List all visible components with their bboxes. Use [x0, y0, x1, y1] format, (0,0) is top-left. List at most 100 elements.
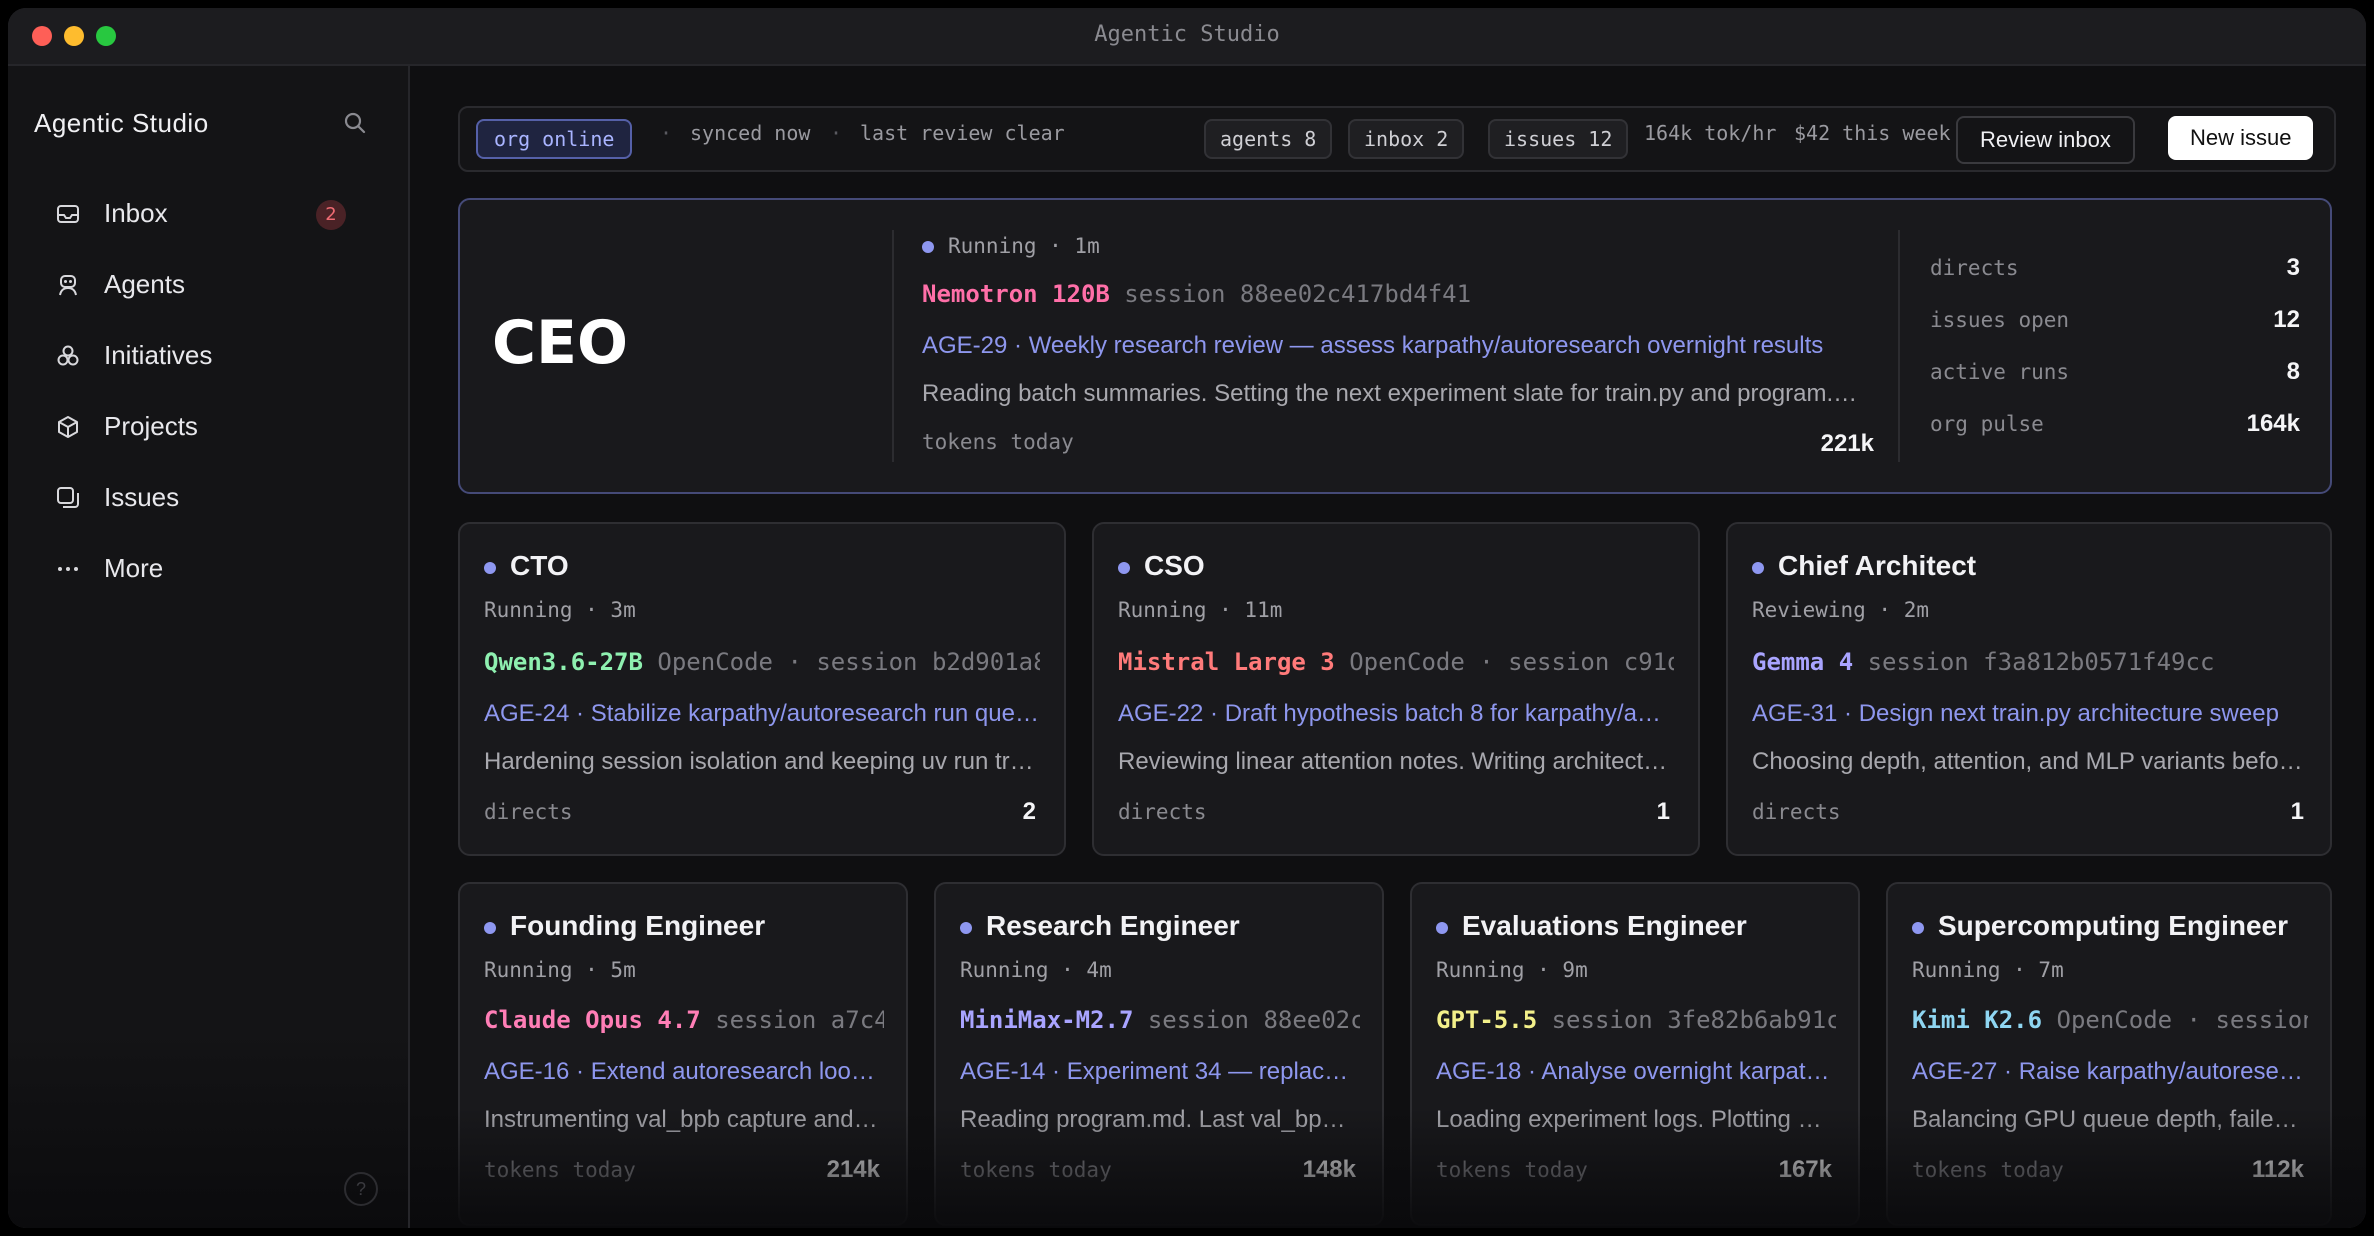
search-icon[interactable]: [342, 110, 368, 136]
task-link[interactable]: AGE-27 · Raise karpathy/autoresearch thr…: [1912, 1058, 2304, 1086]
task-link[interactable]: AGE-29 · Weekly research review — assess…: [922, 332, 1872, 360]
sidebar-item-more[interactable]: More: [38, 533, 378, 604]
title-bar: Agentic Studio: [8, 8, 2366, 66]
more-icon: [54, 555, 82, 583]
metric-value: 1: [2290, 798, 2304, 825]
metric-label: directs: [1752, 800, 1841, 824]
stat-label: active runs: [1930, 360, 2070, 384]
agent-card-research-engineer[interactable]: Research Engineer Running · 4m MiniMax-M…: [934, 882, 1384, 1226]
metric-label: tokens today: [1912, 1158, 2064, 1182]
weekly-spend: $42 this week: [1794, 121, 1951, 145]
task-link[interactable]: AGE-16 · Extend autoresearch loop metric…: [484, 1058, 880, 1086]
model-line: Gemma 4 session f3a812b0571f49cc: [1752, 648, 2308, 676]
model-name: Gemma 4: [1752, 648, 1854, 676]
agent-card-chief-architect[interactable]: Chief Architect Reviewing · 2m Gemma 4 s…: [1726, 522, 2332, 856]
model-line: GPT-5.5 session 3fe82b6ab91c: [1436, 1006, 1836, 1034]
session-id: OpenCode · session b2d901a8: [657, 648, 1040, 676]
status-dot: [1436, 921, 1448, 934]
token-rate: 164k tok/hr: [1644, 121, 1777, 145]
agent-card-evaluations-engineer[interactable]: Evaluations Engineer Running · 9m GPT-5.…: [1410, 882, 1860, 1226]
agent-title: Supercomputing Engineer: [1912, 910, 2288, 942]
help-button[interactable]: ?: [344, 1172, 378, 1206]
model-name: Kimi K2.6: [1912, 1006, 2043, 1034]
review-inbox-button[interactable]: Review inbox: [1956, 116, 2135, 164]
sidebar-item-projects[interactable]: Projects: [38, 391, 378, 462]
agent-card-founding-engineer[interactable]: Founding Engineer Running · 5m Claude Op…: [458, 882, 908, 1226]
task-description: Reading batch summaries. Setting the nex…: [922, 380, 1872, 407]
sidebar-item-inbox[interactable]: Inbox 2: [38, 178, 378, 249]
agent-icon: [54, 271, 82, 299]
stat-label: issues open: [1930, 308, 2070, 332]
task-description: Balancing GPU queue depth, failed jobs: [1912, 1106, 2304, 1133]
sidebar-item-issues[interactable]: Issues: [38, 462, 378, 533]
agent-title: CEO: [492, 308, 629, 378]
task-link[interactable]: AGE-24 · Stabilize karpathy/autoresearch…: [484, 700, 1040, 728]
sync-status: synced now: [690, 121, 811, 145]
agent-title: Evaluations Engineer: [1436, 910, 1747, 942]
brand-logo[interactable]: Agentic Studio: [34, 108, 209, 139]
model-name: GPT-5.5: [1436, 1006, 1538, 1034]
agent-state: Running · 4m: [960, 958, 1112, 982]
review-status: last review clear: [860, 121, 1065, 145]
model-name: Qwen3.6-27B: [484, 648, 643, 676]
agent-state: Running · 11m: [1118, 598, 1283, 622]
session-id: session 3fe82b6ab91c: [1551, 1006, 1836, 1034]
org-status-pill[interactable]: org online: [476, 119, 633, 159]
model-line: MiniMax-M2.7 session 88ee02c: [960, 1006, 1360, 1034]
task-link[interactable]: AGE-14 · Experiment 34 — replace attenti…: [960, 1058, 1356, 1086]
status-dot: [1912, 921, 1924, 934]
sidebar-item-initiatives[interactable]: Initiatives: [38, 320, 378, 391]
metric-value: 112k: [2251, 1156, 2304, 1183]
task-description: Hardening session isolation and keeping …: [484, 748, 1040, 775]
session-id: session 88ee02c417bd4f41: [1124, 280, 1472, 308]
agent-state: Running · 9m: [1436, 958, 1588, 982]
agent-title: CTO: [484, 550, 569, 582]
main-content: org online · synced now · last review cl…: [410, 66, 2366, 1228]
session-id: session 88ee02c: [1147, 1006, 1360, 1034]
metric-value: 221k: [1820, 430, 1874, 457]
app-window: Agentic Studio Agentic Studio Inbox 2 Ag…: [8, 8, 2366, 1228]
issues-count-chip[interactable]: issues 12: [1488, 119, 1629, 159]
stat-label: org pulse: [1930, 412, 2044, 436]
stat-value: 3: [2286, 254, 2300, 281]
agents-count-chip[interactable]: agents 8: [1204, 119, 1333, 159]
sidebar: Agentic Studio Inbox 2 Agents Initiative…: [8, 66, 410, 1228]
window-title: Agentic Studio: [1094, 22, 1280, 47]
agent-card-cto[interactable]: CTO Running · 3m Qwen3.6-27B OpenCode · …: [458, 522, 1066, 856]
cube-icon: [54, 413, 82, 441]
agent-card-supercomputing-engineer[interactable]: Supercomputing Engineer Running · 7m Kim…: [1886, 882, 2332, 1226]
metric-value: 1: [1656, 798, 1670, 825]
stat-value: 12: [2273, 306, 2300, 333]
model-line: Mistral Large 3 OpenCode · session c91d: [1118, 648, 1674, 676]
inbox-count-chip[interactable]: inbox 2: [1348, 119, 1465, 159]
stat-value: 8: [2286, 358, 2300, 385]
issues-icon: [54, 484, 82, 512]
metric-value: 148k: [1302, 1156, 1356, 1183]
sidebar-item-label: Inbox: [104, 198, 168, 228]
task-link[interactable]: AGE-31 · Design next train.py architectu…: [1752, 700, 2308, 728]
sidebar-item-agents[interactable]: Agents: [38, 249, 378, 320]
status-bar: org online · synced now · last review cl…: [458, 106, 2336, 172]
separator-dot: ·: [830, 121, 843, 145]
agent-card-cso[interactable]: CSO Running · 11m Mistral Large 3 OpenCo…: [1092, 522, 1700, 856]
status-dot: [1118, 561, 1130, 574]
stat-label: directs: [1930, 256, 2019, 280]
ceo-agent-card[interactable]: CEO Running · 1m Nemotron 120B session 8…: [458, 198, 2332, 494]
metric-value: 167k: [1778, 1156, 1832, 1183]
session-id: OpenCode · session c91d: [1349, 648, 1674, 676]
model-line: Claude Opus 4.7 session a7c4: [484, 1006, 884, 1034]
task-description: Loading experiment logs. Plotting val_bp…: [1436, 1106, 1832, 1133]
status-dot: [922, 241, 934, 253]
task-link[interactable]: AGE-18 · Analyse overnight karpathy runs: [1436, 1058, 1832, 1086]
divider: [1898, 230, 1900, 462]
inbox-badge: 2: [316, 200, 346, 230]
task-description: Reviewing linear attention notes. Writin…: [1118, 748, 1674, 775]
metric-label: tokens today: [484, 1158, 636, 1182]
metric-label: tokens today: [960, 1158, 1112, 1182]
task-link[interactable]: AGE-22 · Draft hypothesis batch 8 for ka…: [1118, 700, 1674, 728]
new-issue-button[interactable]: New issue: [2168, 116, 2314, 160]
metric-label: directs: [1118, 800, 1207, 824]
model-line: Qwen3.6-27B OpenCode · session b2d901a8: [484, 648, 1040, 676]
metric-value: 2: [1022, 798, 1036, 825]
session-id: session f3a812b0571f49cc: [1867, 648, 2215, 676]
